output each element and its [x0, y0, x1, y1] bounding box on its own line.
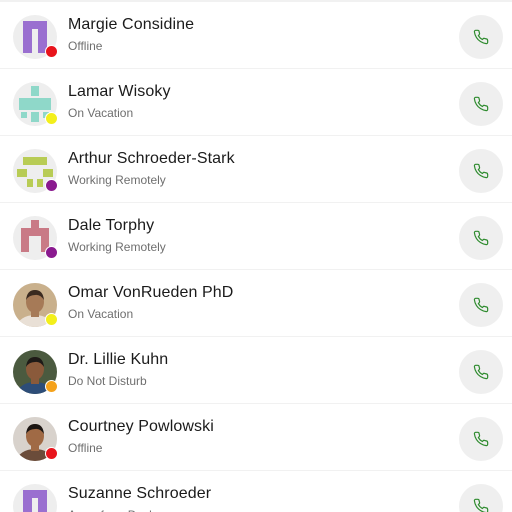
contact-row[interactable]: Margie Considine Offline [0, 2, 512, 68]
call-button[interactable] [459, 149, 503, 193]
contact-list: Margie Considine Offline Lamar Wisoky On… [0, 0, 512, 512]
call-button[interactable] [459, 417, 503, 461]
phone-icon [473, 230, 489, 246]
contact-name: Omar VonRueden PhD [68, 284, 234, 301]
avatar-container [13, 484, 57, 512]
phone-icon [473, 431, 489, 447]
contact-name: Courtney Powlowski [68, 418, 214, 435]
presence-status-dot [45, 45, 58, 58]
avatar-container [13, 283, 58, 327]
contact-status: Offline [68, 441, 103, 455]
contact-row[interactable]: Suzanne Schroeder Away from Desk [0, 471, 512, 512]
avatar-container [13, 216, 58, 260]
contact-row[interactable]: Omar VonRueden PhD On Vacation [0, 270, 512, 336]
phone-icon [473, 364, 489, 380]
call-button[interactable] [459, 15, 503, 59]
contact-status: Away from Desk [68, 508, 155, 512]
contact-name: Margie Considine [68, 16, 195, 33]
phone-icon [473, 163, 489, 179]
contact-status: Do Not Disturb [68, 374, 147, 388]
contact-row[interactable]: Dale Torphy Working Remotely [0, 203, 512, 269]
contact-name: Dale Torphy [68, 217, 155, 234]
contact-status: Offline [68, 39, 103, 53]
presence-status-dot [45, 447, 58, 460]
call-button[interactable] [459, 82, 503, 126]
phone-icon [473, 96, 489, 112]
avatar-container [13, 417, 58, 461]
contact-status: Working Remotely [68, 173, 166, 187]
avatar-identicon [13, 484, 57, 512]
avatar-container [13, 82, 58, 126]
avatar-container [13, 149, 58, 193]
call-button[interactable] [459, 216, 503, 260]
presence-status-dot [45, 112, 58, 125]
phone-icon [473, 297, 489, 313]
contact-row[interactable]: Lamar Wisoky On Vacation [0, 69, 512, 135]
presence-status-dot [45, 313, 58, 326]
contact-name: Dr. Lillie Kuhn [68, 351, 169, 368]
presence-status-dot [45, 246, 58, 259]
call-button[interactable] [459, 283, 503, 327]
avatar-container [13, 15, 58, 59]
contact-name: Suzanne Schroeder [68, 485, 212, 502]
call-button[interactable] [459, 350, 503, 394]
contact-row[interactable]: Dr. Lillie Kuhn Do Not Disturb [0, 337, 512, 403]
contact-name: Arthur Schroeder-Stark [68, 150, 235, 167]
contact-status: Working Remotely [68, 240, 166, 254]
presence-status-dot [45, 179, 58, 192]
phone-icon [473, 29, 489, 45]
contact-row[interactable]: Courtney Powlowski Offline [0, 404, 512, 470]
contact-status: On Vacation [68, 106, 134, 120]
presence-status-dot [45, 380, 58, 393]
avatar-container [13, 350, 58, 394]
phone-icon [473, 498, 489, 512]
contact-name: Lamar Wisoky [68, 83, 171, 100]
contact-status: On Vacation [68, 307, 134, 321]
call-button[interactable] [459, 484, 503, 512]
contact-row[interactable]: Arthur Schroeder-Stark Working Remotely [0, 136, 512, 202]
